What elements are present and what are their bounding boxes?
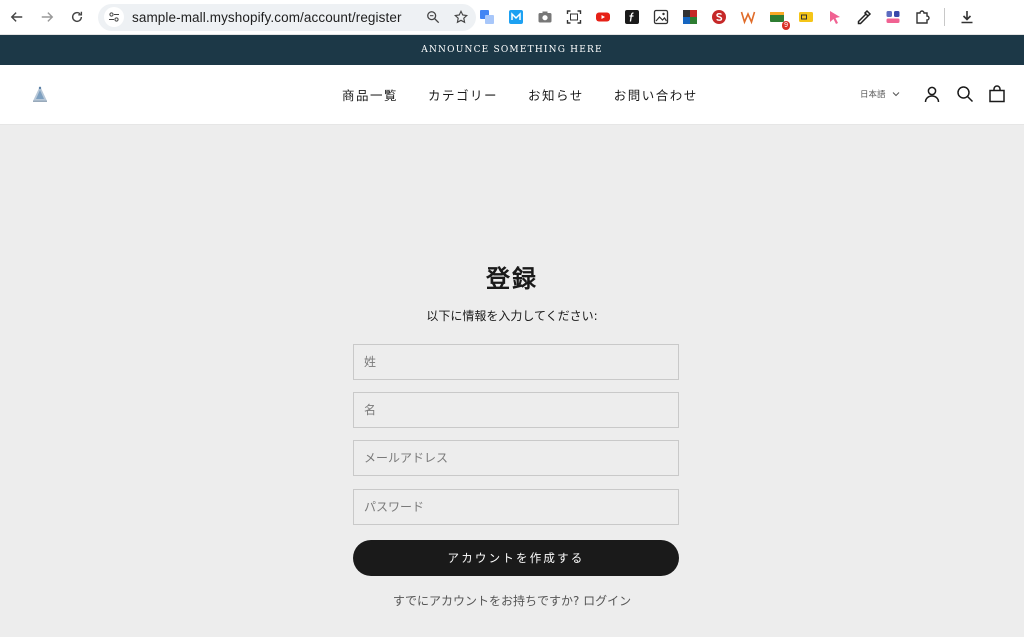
login-link[interactable]: ログイン <box>583 594 631 608</box>
pointer-icon <box>830 11 840 24</box>
store-logo-icon <box>33 86 47 102</box>
m-logo-icon <box>509 10 523 24</box>
browser-toolbar: sample-mall.myshopify.com/account/regist… <box>0 0 1024 35</box>
extensions-row: 9 <box>478 6 976 30</box>
toolbar-separator <box>944 8 945 26</box>
camera-icon <box>538 11 552 23</box>
extension-camera[interactable] <box>536 8 554 26</box>
extensions-menu[interactable] <box>913 8 931 26</box>
chevron-down-icon <box>892 92 899 97</box>
puzzle-icon <box>916 10 930 24</box>
email-input[interactable] <box>353 440 679 476</box>
site-info-button[interactable] <box>104 7 124 27</box>
first-name-input[interactable] <box>353 392 679 428</box>
store-header: 商品一覧 カテゴリー お知らせ お問い合わせ 日本語 <box>0 65 1024 125</box>
language-label: 日本語 <box>860 90 886 100</box>
card-icon <box>799 12 813 22</box>
url-text: sample-mall.myshopify.com/account/regist… <box>132 9 402 25</box>
last-name-input[interactable] <box>353 344 679 380</box>
extension-image[interactable] <box>652 8 670 26</box>
reload-button[interactable] <box>64 4 90 30</box>
extension-cursor[interactable] <box>826 8 844 26</box>
store-logo[interactable] <box>30 84 50 104</box>
extension-palette[interactable] <box>681 8 699 26</box>
password-input[interactable] <box>353 489 679 525</box>
extension-blocks[interactable] <box>884 8 902 26</box>
login-prompt-line: すでにアカウントをお持ちですか? ログイン <box>0 592 1024 609</box>
user-icon <box>924 86 940 103</box>
eyedropper-icon <box>857 9 872 25</box>
search-button[interactable] <box>956 85 974 103</box>
extension-translate[interactable] <box>478 8 496 26</box>
arrow-right-icon <box>41 12 54 22</box>
extension-youtube[interactable] <box>594 8 612 26</box>
address-bar[interactable]: sample-mall.myshopify.com/account/regist… <box>98 3 476 31</box>
nav-categories[interactable]: カテゴリー <box>428 85 498 104</box>
extension-badge: 9 <box>782 21 790 30</box>
downloads-button[interactable] <box>958 8 976 26</box>
main-nav: 商品一覧 カテゴリー お知らせ お問い合わせ <box>342 85 698 104</box>
shopping-bag-icon <box>989 85 1005 103</box>
account-button[interactable] <box>923 85 941 103</box>
palette-icon <box>683 10 697 24</box>
search-icon <box>957 86 974 103</box>
page-subtitle: 以下に情報を入力してください: <box>426 309 598 323</box>
register-page: 登録 以下に情報を入力してください: アカウントを作成する すでにアカウントをお… <box>0 125 1024 637</box>
tune-icon <box>109 12 119 22</box>
font-icon <box>625 10 639 24</box>
extension-eyedropper[interactable] <box>855 8 873 26</box>
download-icon <box>961 11 973 24</box>
page-title: 登録 <box>486 264 538 293</box>
w-logo-icon <box>740 11 756 25</box>
language-selector[interactable]: 日本語 <box>860 88 900 100</box>
back-button[interactable] <box>4 4 30 30</box>
nav-contact[interactable]: お問い合わせ <box>614 85 698 104</box>
bookmark-star-icon[interactable] <box>454 10 468 24</box>
create-account-button[interactable]: アカウントを作成する <box>353 540 679 576</box>
extension-w[interactable] <box>739 8 757 26</box>
youtube-icon <box>596 12 610 22</box>
reload-icon <box>71 11 83 23</box>
announcement-text: ANNOUNCE SOMETHING HERE <box>421 45 603 55</box>
extension-m[interactable] <box>507 8 525 26</box>
extension-tabs[interactable]: 9 <box>768 8 790 30</box>
nav-news[interactable]: お知らせ <box>528 85 584 104</box>
announcement-bar: ANNOUNCE SOMETHING HERE <box>0 35 1024 65</box>
extension-font[interactable] <box>623 8 641 26</box>
blocks-icon <box>886 11 900 23</box>
login-prompt-text: すでにアカウントをお持ちですか? <box>392 594 580 608</box>
image-icon <box>653 9 669 25</box>
translate-icon <box>480 10 494 24</box>
zoom-icon[interactable] <box>426 10 440 24</box>
arrow-left-icon <box>10 12 23 22</box>
extension-capture[interactable] <box>565 8 583 26</box>
forward-button[interactable] <box>34 4 60 30</box>
nav-products[interactable]: 商品一覧 <box>342 85 398 104</box>
extension-s[interactable] <box>710 8 728 26</box>
screen-capture-icon <box>566 10 582 24</box>
s-logo-icon <box>712 10 726 24</box>
cart-button[interactable] <box>988 85 1006 103</box>
extension-card[interactable] <box>797 8 815 26</box>
